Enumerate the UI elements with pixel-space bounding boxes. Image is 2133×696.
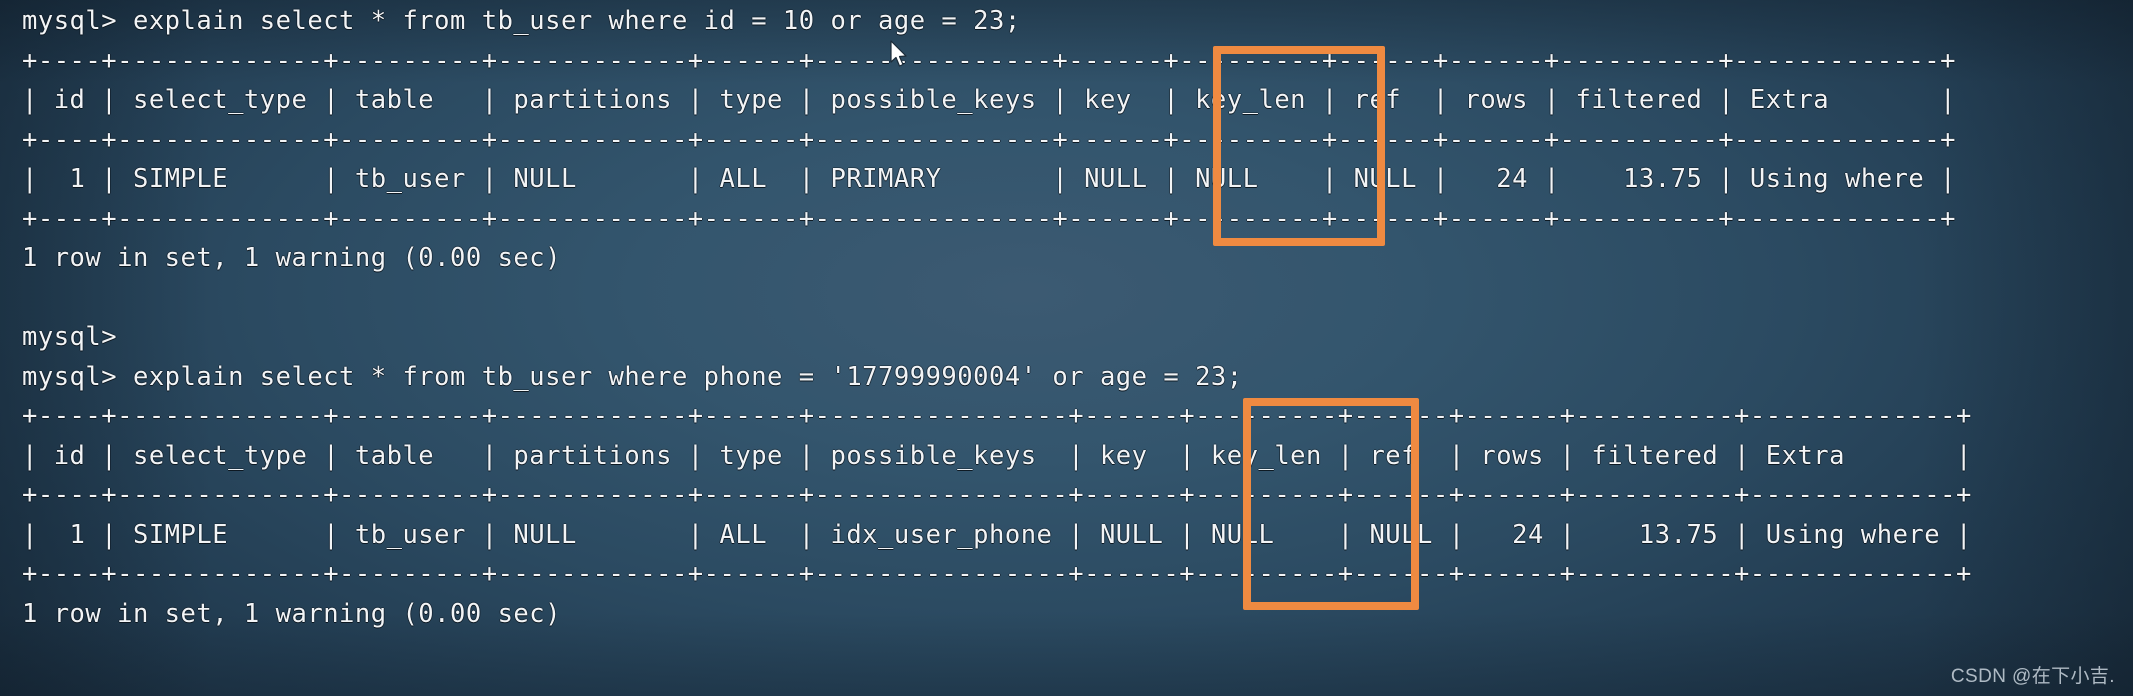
csdn-watermark: CSDN @在下小吉. [1950, 666, 2115, 687]
terminal-line-rule-2-top: +----+-------------+---------+----------… [22, 401, 1972, 431]
terminal-line-status-1: 1 row in set, 1 warning (0.00 sec) [22, 243, 561, 273]
terminal-line-query-2: mysql> explain select * from tb_user whe… [22, 361, 1243, 392]
terminal-line-row-1: | 1 | SIMPLE | tb_user | NULL | ALL | PR… [22, 164, 1956, 194]
mouse-pointer-icon [890, 40, 907, 67]
terminal-line-rule-2-mid: +----+-------------+---------+----------… [22, 480, 1972, 510]
terminal-line-prompt-idle: mysql> [22, 322, 118, 352]
terminal-line-header-2: | id | select_type | table | partitions … [22, 440, 1972, 471]
terminal-line-row-2: | 1 | SIMPLE | tb_user | NULL | ALL | id… [22, 519, 1972, 550]
terminal-line-rule-2-bottom: +----+-------------+---------+----------… [22, 559, 1972, 589]
terminal-output: mysql> explain select * from tb_user whe… [0, 0, 2133, 634]
terminal-line-status-2: 1 row in set, 1 warning (0.00 sec) [22, 598, 561, 629]
terminal-line-query-1: mysql> explain select * from tb_user whe… [22, 6, 1021, 36]
terminal-line-header-1: | id | select_type | table | partitions … [22, 85, 1956, 115]
terminal-line-rule-1-mid: +----+-------------+---------+----------… [22, 124, 1956, 155]
terminal-line-rule-1-bottom: +----+-------------+---------+----------… [22, 203, 1956, 234]
terminal-line-rule-1-top: +----+-------------+---------+----------… [22, 45, 1956, 76]
terminal-window: mysql> explain select * from tb_user whe… [0, 0, 2133, 696]
